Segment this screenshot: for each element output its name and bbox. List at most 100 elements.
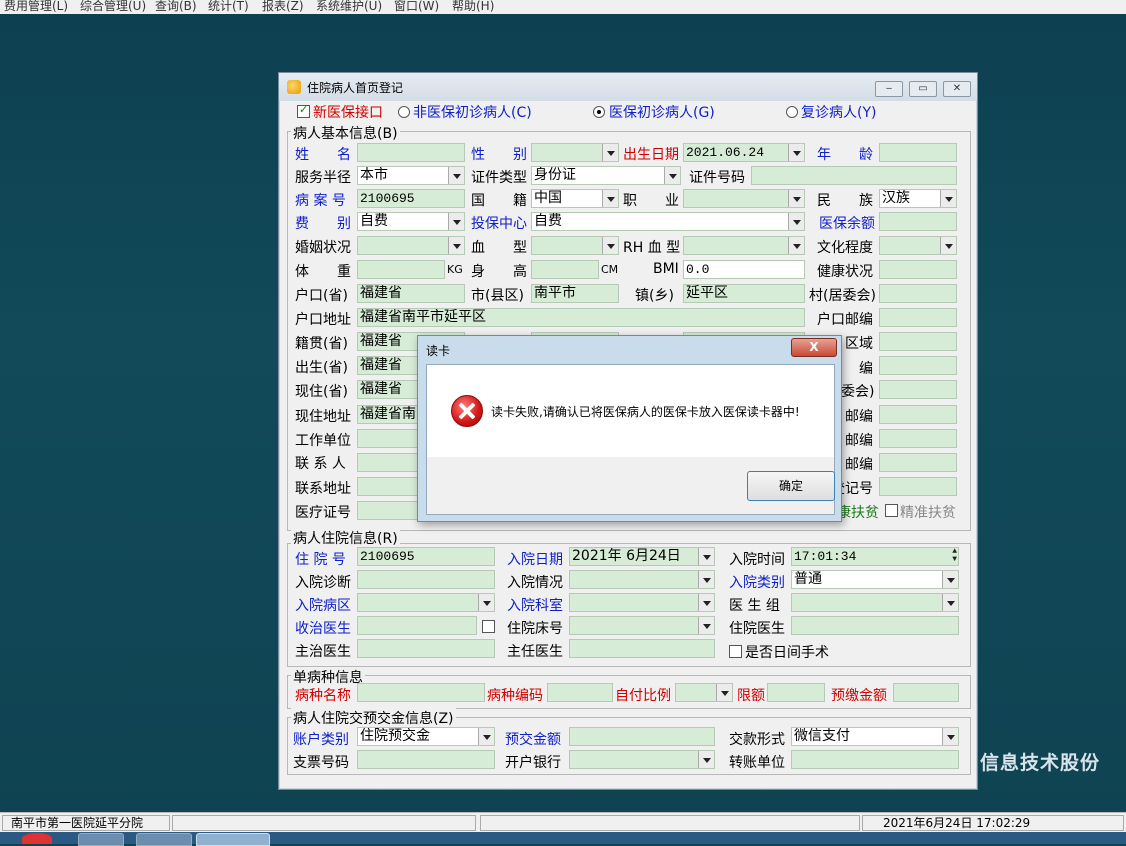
bed-select[interactable] [569,616,715,635]
read-card-dialog: 读卡 X 读卡失败,请确认已将医保病人的医保卡放入医保读卡器中! 确定 [417,335,842,522]
health-field[interactable] [879,260,957,279]
bmi-field[interactable]: 0.0 [683,260,805,279]
deposit-amount-field[interactable] [569,727,715,746]
height-field[interactable] [531,260,599,279]
hvillage-field[interactable] [879,284,957,303]
menu-sysmaint[interactable]: 系统维护(U) [316,0,382,14]
menu-window[interactable]: 窗口(W) [394,0,439,14]
hpost-field[interactable] [879,308,957,327]
adm-time-spinner[interactable]: 17:01:34 ▲ ▼ [791,547,959,566]
kg-unit: KG [447,263,463,276]
disease-name-field[interactable] [357,683,485,702]
adm-type-select[interactable]: 普通 [791,570,959,589]
adm-status-select[interactable] [569,570,715,589]
marriage-select[interactable] [357,236,465,255]
limit-field[interactable] [767,683,825,702]
age-field[interactable] [879,143,957,162]
self-pay-ratio-select[interactable] [675,683,733,702]
weight-field[interactable] [357,260,445,279]
taskbar-app-1[interactable] [78,833,124,846]
wpost-field[interactable] [879,429,957,448]
ctpost-field[interactable] [879,453,957,472]
age-label: 年 龄 [817,147,873,163]
bank-select[interactable] [569,750,715,769]
adm-diag-field[interactable] [357,570,495,589]
menu-general[interactable]: 综合管理(U) [80,0,146,14]
ins-first-radio[interactable] [593,106,605,118]
balance-field[interactable] [879,212,957,231]
menu-stats[interactable]: 统计(T) [208,0,249,14]
revisit-label: 复诊病人(Y) [801,105,877,121]
htown-field[interactable]: 延平区 [683,284,805,303]
ctpost-label: 邮编 [845,457,873,473]
chevron-down-icon [716,684,732,701]
transfer-unit-field[interactable] [791,750,959,769]
adm-dept-select[interactable] [569,593,715,612]
revisit-radio[interactable] [786,106,798,118]
adm-doctor-checkbox[interactable] [482,620,495,633]
gender-select[interactable] [531,143,619,162]
taskbar-app-3[interactable] [196,833,270,846]
menu-query[interactable]: 查询(B) [155,0,197,14]
adm-no-field[interactable]: 2100695 [357,547,495,566]
prepay-amount-field[interactable] [893,683,959,702]
close-button[interactable]: ✕ [943,81,971,97]
payment-method-select[interactable]: 微信支付 [791,727,959,746]
new-ins-checkbox[interactable]: ✓ [297,103,310,118]
spinner-arrows-icon[interactable]: ▲ ▼ [952,548,957,564]
cpost-field[interactable] [879,405,957,424]
non-ins-radio[interactable] [398,106,410,118]
minimize-button[interactable]: ‒ [875,81,903,97]
adm-date-picker[interactable]: 2021年 6月24日 [569,547,715,566]
precise-poverty-checkbox[interactable] [885,504,898,517]
director-doctor-field[interactable] [569,639,715,658]
ok-button[interactable]: 确定 [747,471,835,501]
idno-field[interactable] [751,166,957,185]
adm-type-label: 入院类别 [729,575,785,591]
menu-report[interactable]: 报表(Z) [262,0,304,14]
disease-code-field[interactable] [547,683,613,702]
cheque-no-field[interactable] [357,750,495,769]
menu-help[interactable]: 帮助(H) [452,0,494,14]
haddr-field[interactable]: 福建省南平市延平区 [357,308,805,327]
account-type-select[interactable]: 住院预交金 [357,727,495,746]
hcity-field[interactable]: 南平市 [531,284,619,303]
edu-select[interactable] [879,236,957,255]
service-select[interactable]: 本市 [357,166,465,185]
adm-ward-select[interactable] [357,593,495,612]
chief-doctor-field[interactable] [357,639,495,658]
birth-date-field[interactable]: 2021.06.24 [683,143,805,162]
feetype-label: 费 别 [295,216,351,232]
adm-doctor-field[interactable] [357,616,477,635]
dialog-close-button[interactable]: X [791,338,837,357]
record-field[interactable]: 2100695 [357,189,465,208]
bcode-field[interactable] [879,356,957,375]
hprov-value: 福建省 [360,285,402,301]
feetype-select[interactable]: 自费 [357,212,465,231]
nation-select[interactable]: 中国 [531,189,619,208]
adm-time-value: 17:01:34 [794,549,857,564]
hprov-field[interactable]: 福建省 [357,284,465,303]
chevron-down-icon [942,728,958,745]
ethnic-select[interactable]: 汉族 [879,189,957,208]
name-field[interactable] [357,143,465,162]
rh-select[interactable] [683,236,805,255]
idtype-select[interactable]: 身份证 [531,166,681,185]
account-type-value: 住院预交金 [360,728,430,744]
doctor-group-select[interactable] [791,593,959,612]
maximize-button[interactable]: ▭ [909,81,937,97]
reg-field[interactable] [879,477,957,496]
menu-fee[interactable]: 费用管理(L) [4,0,68,14]
day-surgery-checkbox[interactable] [729,645,742,658]
jarea-field[interactable] [879,332,957,351]
blood-select[interactable] [531,236,619,255]
job-select[interactable] [683,189,805,208]
start-button[interactable] [22,833,52,844]
taskbar-app-2[interactable] [136,833,192,846]
cvill-field[interactable] [879,380,957,399]
disease-code-label: 病种编码 [487,688,543,704]
window-titlebar[interactable]: 住院病人首页登记 ‒ ▭ ✕ [279,73,977,101]
ward-doctor-field[interactable] [791,616,959,635]
ethnic-value: 汉族 [882,190,910,206]
center-select[interactable]: 自费 [531,212,805,231]
